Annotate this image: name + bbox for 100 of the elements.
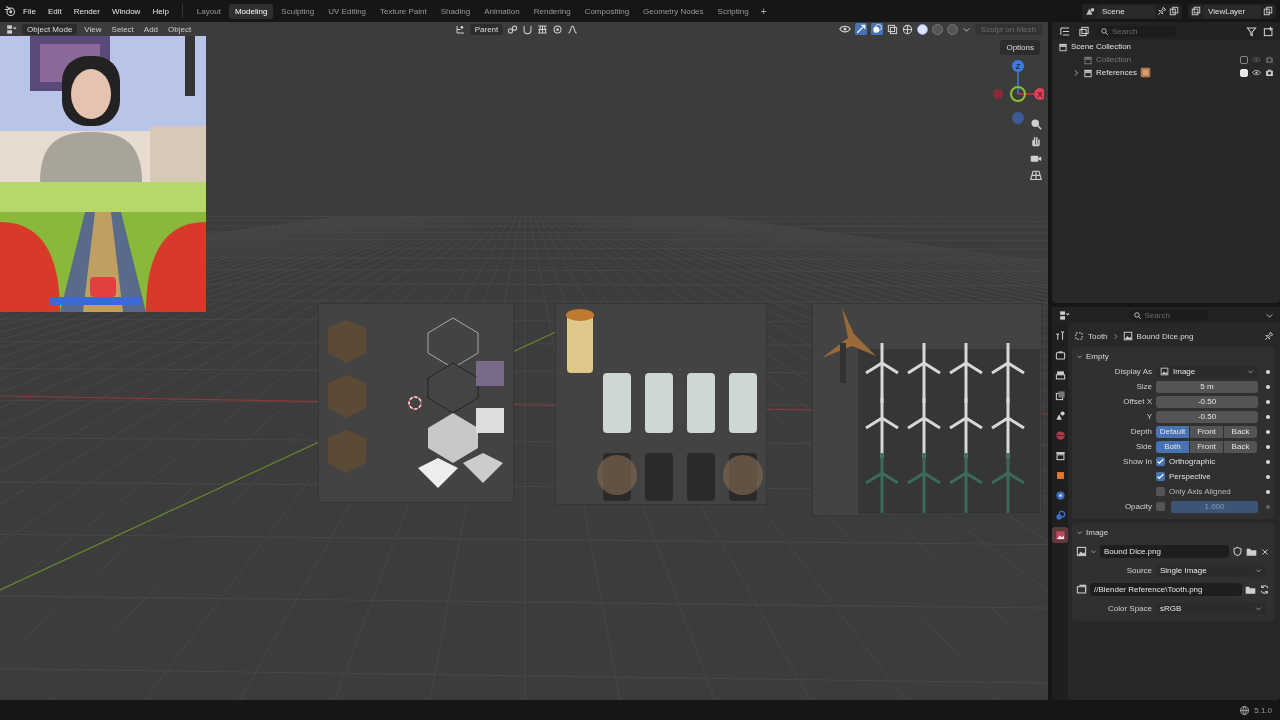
add-workspace-button[interactable]: + — [756, 3, 771, 19]
menu-item[interactable]: Edit — [42, 4, 67, 18]
keyframe-dot-icon[interactable] — [1266, 384, 1270, 389]
workspace-tab[interactable]: UV Editing — [322, 3, 373, 19]
options-button[interactable]: Options — [1000, 40, 1040, 55]
blender-logo-icon[interactable] — [4, 5, 16, 17]
keyframe-dot-icon[interactable] — [1266, 444, 1270, 449]
falloff-curve-icon[interactable] — [567, 23, 579, 35]
caret-icon[interactable] — [1090, 548, 1097, 555]
shading-mode-button[interactable] — [916, 23, 928, 35]
dropdown[interactable]: sRGB — [1156, 602, 1266, 615]
toggle-button[interactable]: Front — [1190, 425, 1223, 438]
menu-item[interactable]: Render — [68, 4, 105, 18]
close-icon[interactable] — [1260, 546, 1270, 557]
keyframe-dot-icon[interactable] — [1266, 369, 1270, 374]
workspace-tab[interactable]: Sculpting — [275, 3, 321, 19]
toggle-button[interactable]: Front — [1190, 440, 1223, 453]
toggle-button[interactable]: Back — [1224, 425, 1257, 438]
new-collection-icon[interactable] — [1263, 25, 1274, 37]
menu-item[interactable]: View — [81, 24, 105, 34]
menu-item[interactable]: Object — [165, 24, 195, 34]
layers-icon[interactable] — [1191, 6, 1201, 16]
overlay-toggle-icon[interactable] — [870, 23, 883, 35]
workspace-tab[interactable]: Shading — [434, 3, 477, 19]
toggle-button[interactable]: Back — [1224, 440, 1257, 453]
editor-type-icon[interactable] — [1058, 25, 1072, 37]
workspace-tab[interactable]: Layout — [190, 3, 227, 19]
pivot-icon[interactable] — [454, 23, 466, 35]
item-label[interactable]: References — [1096, 68, 1137, 77]
checkbox[interactable] — [1156, 472, 1165, 481]
menu-item[interactable]: Window — [106, 4, 146, 18]
proportional-icon[interactable] — [552, 23, 564, 35]
constraint-icon — [1054, 509, 1066, 521]
pivot-dropdown[interactable]: Parent — [469, 23, 504, 35]
checkbox[interactable] — [1240, 55, 1248, 64]
copy-icon[interactable] — [1263, 6, 1273, 16]
editor-type-icon[interactable] — [1058, 309, 1072, 321]
toggle-button[interactable]: Default — [1156, 425, 1189, 438]
link-icon[interactable] — [507, 23, 519, 35]
keyframe-dot-icon[interactable] — [1266, 459, 1270, 464]
image-name-field[interactable]: Bound Dice.png — [1100, 545, 1229, 558]
keyframe-dot-icon[interactable] — [1266, 489, 1270, 494]
hand-icon[interactable] — [1030, 135, 1042, 147]
xray-icon[interactable] — [886, 23, 898, 35]
workspace-tab[interactable]: Geometry Nodes — [637, 3, 710, 19]
view-layer-field[interactable]: ViewLayer — [1203, 4, 1261, 18]
keyframe-dot-icon[interactable] — [1266, 474, 1270, 479]
workspace-tab[interactable]: Rendering — [527, 3, 577, 19]
image-browse-icon[interactable] — [1076, 546, 1087, 557]
toggle-button[interactable]: Both — [1156, 440, 1189, 453]
display-mode-icon[interactable] — [1078, 25, 1090, 37]
dropdown[interactable]: Image — [1156, 365, 1258, 378]
keyframe-dot-icon[interactable] — [1266, 504, 1270, 509]
filepath-field[interactable]: //Blender Reference\Tooth.png — [1090, 583, 1242, 596]
keyframe-dot-icon[interactable] — [1266, 414, 1270, 419]
number-field[interactable]: -0.50 — [1156, 395, 1258, 408]
image-data-tab[interactable] — [1052, 527, 1068, 543]
grid-snap-icon[interactable] — [537, 23, 549, 35]
dropdown[interactable]: Single Image — [1156, 564, 1266, 577]
panel-title[interactable]: Empty — [1086, 351, 1109, 361]
workspace-tab[interactable]: Modeling — [228, 3, 274, 19]
magnet-icon[interactable] — [522, 23, 534, 35]
filter-icon[interactable] — [1246, 25, 1257, 37]
checkbox[interactable] — [1156, 457, 1165, 466]
workspace-tab[interactable]: Compositing — [578, 3, 636, 19]
workspace-tab[interactable]: Texture Paint — [374, 3, 433, 19]
zoom-icon[interactable] — [1030, 118, 1042, 130]
number-field[interactable]: -0.50 — [1156, 410, 1258, 423]
number-field[interactable]: 5 m — [1156, 380, 1258, 393]
folder-icon[interactable] — [1246, 546, 1257, 557]
checkbox[interactable] — [1156, 487, 1165, 496]
image-sequence-icon[interactable] — [1076, 584, 1087, 595]
eye-icon[interactable] — [1252, 68, 1261, 77]
mode-dropdown[interactable]: Object Mode — [22, 23, 78, 35]
workspace-tab[interactable]: Scripting — [711, 3, 755, 19]
keyframe-dot-icon[interactable] — [1266, 429, 1270, 434]
workspace-tab[interactable]: Animation — [478, 3, 526, 19]
field-label: Color Space — [1106, 604, 1152, 613]
image-icon — [1122, 331, 1133, 341]
pin-icon[interactable] — [1264, 331, 1274, 341]
panel-title[interactable]: Image — [1086, 527, 1109, 537]
wireframe-icon[interactable] — [901, 23, 913, 35]
keyframe-dot-icon[interactable] — [1266, 399, 1270, 404]
fake-user-shield-icon[interactable] — [1232, 546, 1243, 557]
editor-type-icon[interactable] — [6, 23, 18, 35]
menu-item[interactable]: Select — [108, 24, 137, 34]
menu-item[interactable]: Help — [147, 4, 174, 18]
gizmo-toggle-icon[interactable] — [854, 23, 867, 35]
perspective-grid-icon[interactable] — [1030, 169, 1042, 181]
scene-icon[interactable] — [1085, 6, 1095, 16]
camera-icon[interactable] — [1265, 68, 1274, 77]
copy-icon[interactable] — [1169, 6, 1179, 16]
menu-item[interactable]: File — [18, 4, 41, 18]
scene-field[interactable]: Scene — [1097, 4, 1155, 18]
navigation-gizmo[interactable]: Z X — [992, 58, 1044, 128]
folder-icon[interactable] — [1245, 584, 1256, 595]
reload-icon[interactable] — [1259, 584, 1270, 595]
menu-item[interactable]: Add — [140, 24, 162, 34]
eye-icon[interactable] — [838, 23, 851, 35]
pin-icon[interactable] — [1157, 6, 1167, 16]
